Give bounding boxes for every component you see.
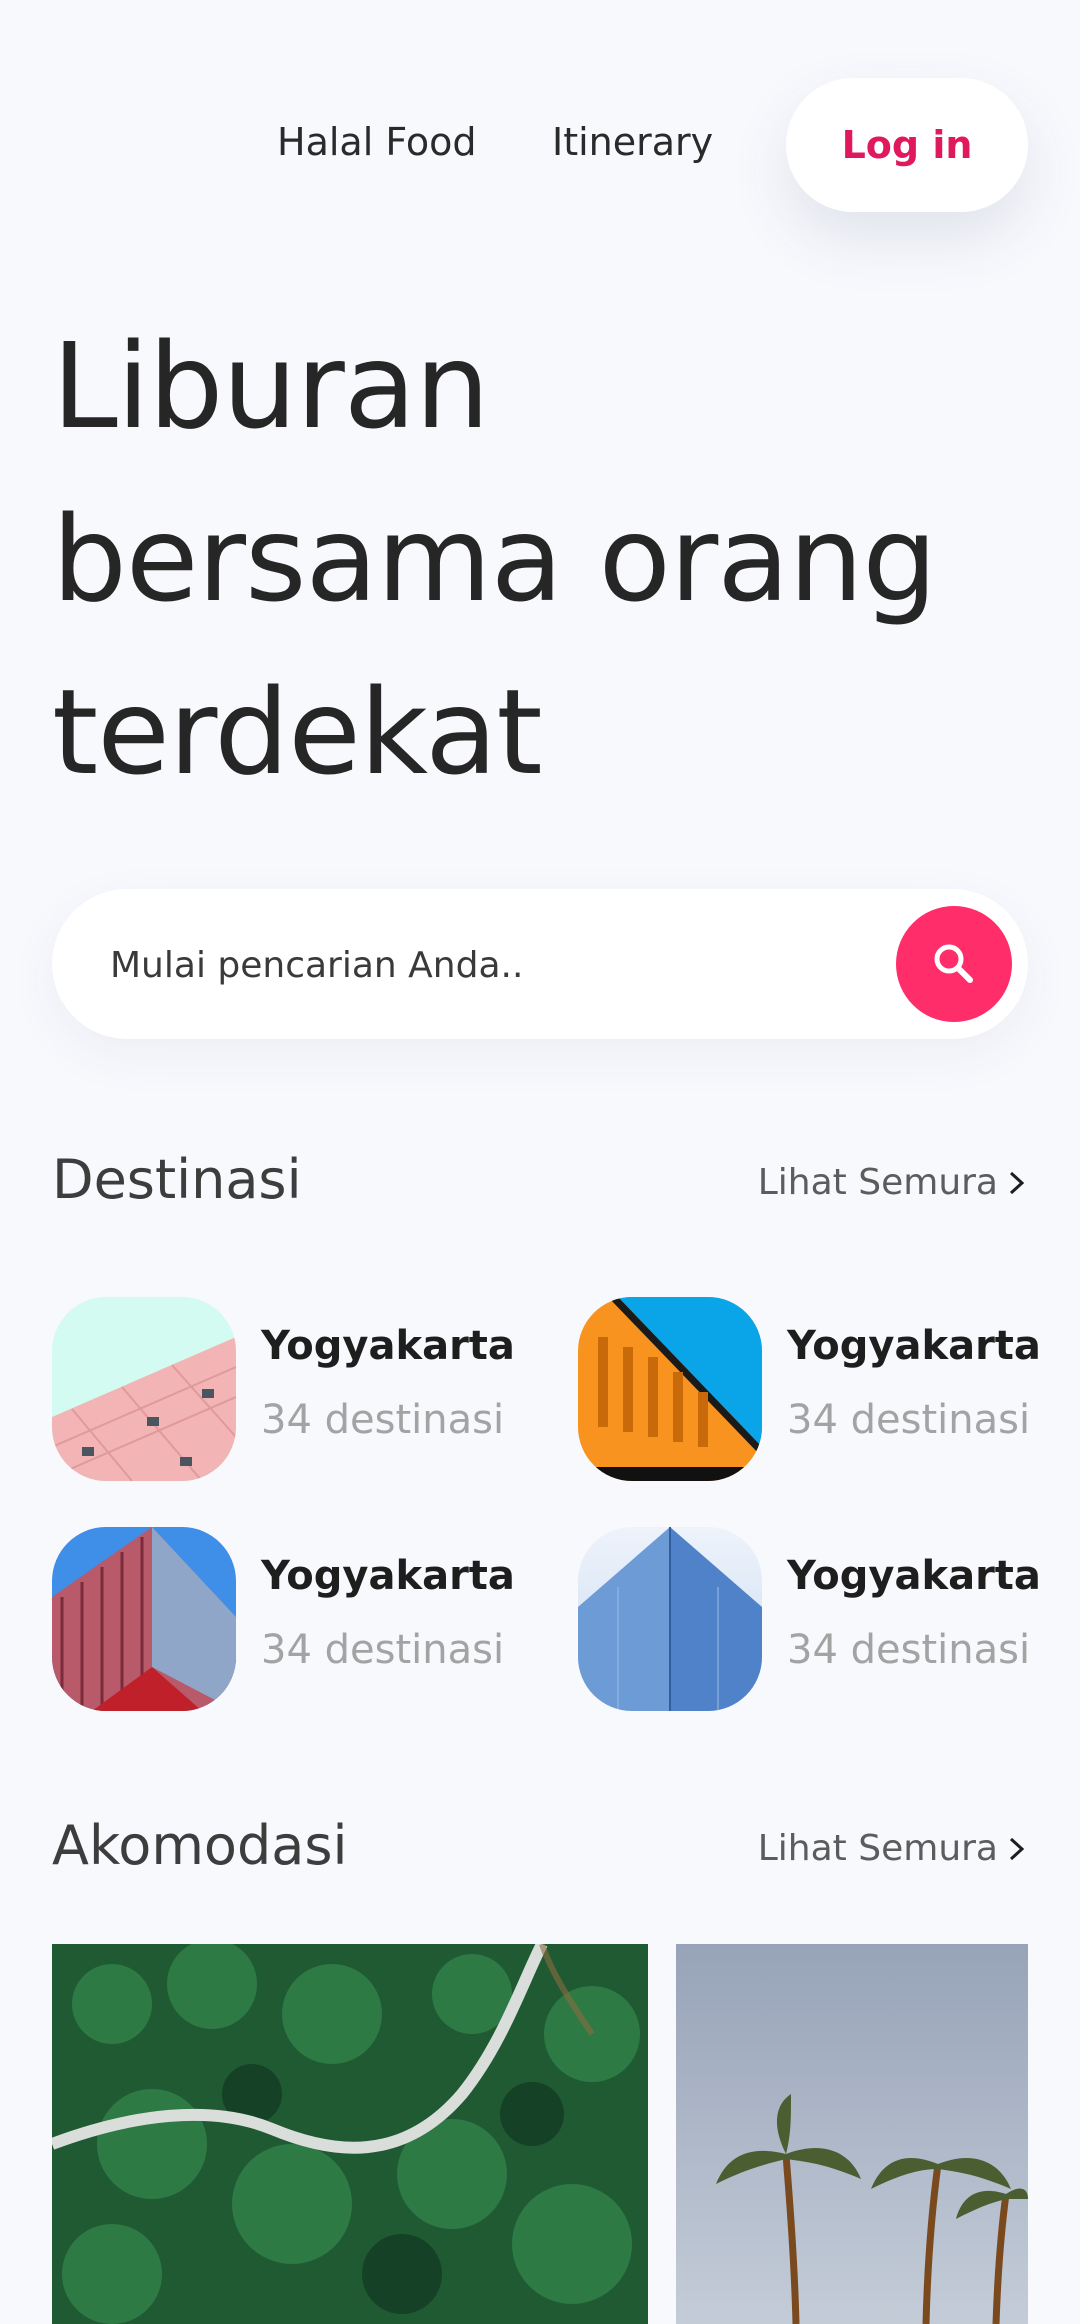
destination-name: Yogyakarta <box>261 1553 515 1599</box>
destination-name: Yogyakarta <box>787 1553 1041 1599</box>
search-icon <box>934 944 973 983</box>
top-nav: Halal Food Itinerary Log in <box>0 0 1080 212</box>
destinations-see-all-link[interactable]: Lihat Semura <box>758 1162 1028 1203</box>
accommodation-card[interactable] <box>676 1944 1028 2324</box>
see-all-label: Lihat Semura <box>757 1828 998 1869</box>
nav-link-halal-food[interactable]: Halal Food <box>277 120 476 164</box>
destination-thumbnail <box>578 1297 762 1481</box>
red-glass-tower-photo <box>52 1527 236 1711</box>
destination-count: 34 destinasi <box>261 1627 505 1673</box>
chevron-right-icon <box>1009 1171 1025 1194</box>
login-button[interactable]: Log in <box>786 78 1028 212</box>
destination-card[interactable]: Yogyakarta 34 destinasi <box>578 1297 1058 1481</box>
destination-card[interactable]: Yogyakarta 34 destinasi <box>578 1527 1058 1711</box>
destination-thumbnail <box>52 1527 236 1711</box>
chevron-right-icon <box>1009 1837 1025 1860</box>
accommodations-title: Akomodasi <box>52 1814 348 1877</box>
orange-building-photo <box>578 1297 762 1481</box>
login-button-label: Log in <box>841 123 973 167</box>
destination-name: Yogyakarta <box>261 1323 515 1369</box>
destination-thumbnail <box>52 1297 236 1481</box>
nav-link-itinerary[interactable]: Itinerary <box>552 120 713 164</box>
destination-count: 34 destinasi <box>787 1627 1031 1673</box>
search-input[interactable] <box>110 937 870 993</box>
destination-name: Yogyakarta <box>787 1323 1041 1369</box>
hero-line: terdekat <box>52 663 543 801</box>
destination-card[interactable]: Yogyakarta 34 destinasi <box>52 1297 532 1481</box>
destination-card[interactable]: Yogyakarta 34 destinasi <box>52 1527 532 1711</box>
search-button[interactable] <box>896 906 1012 1022</box>
see-all-label: Lihat Semura <box>757 1162 998 1203</box>
accommodation-card[interactable] <box>52 1944 648 2324</box>
accommodations-see-all-link[interactable]: Lihat Semura <box>758 1828 1028 1869</box>
blue-glass-building-photo <box>578 1527 762 1711</box>
hero-line: bersama orang <box>52 490 937 628</box>
search-bar <box>52 889 1028 1039</box>
destinations-title: Destinasi <box>52 1148 302 1211</box>
pink-building-photo <box>52 1297 236 1481</box>
palm-trees-photo <box>676 1944 1028 2324</box>
destination-count: 34 destinasi <box>787 1397 1031 1443</box>
destination-thumbnail <box>578 1527 762 1711</box>
destination-count: 34 destinasi <box>261 1397 505 1443</box>
hero-line: Liburan <box>52 317 490 455</box>
hero-heading: Liburan bersama orang terdekat <box>52 300 1052 819</box>
forest-road-aerial-photo <box>52 1944 648 2324</box>
